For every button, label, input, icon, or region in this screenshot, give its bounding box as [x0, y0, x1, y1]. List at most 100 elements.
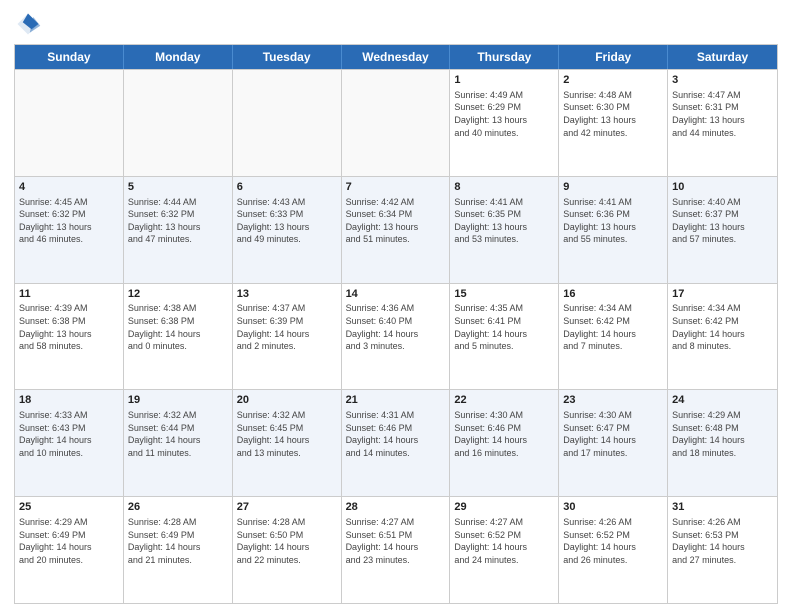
day-info: Sunrise: 4:45 AM Sunset: 6:32 PM Dayligh…	[19, 196, 119, 246]
day-number: 24	[672, 393, 773, 408]
empty-cell	[15, 70, 124, 176]
day-number: 18	[19, 393, 119, 408]
week-row-1: 1Sunrise: 4:49 AM Sunset: 6:29 PM Daylig…	[15, 69, 777, 176]
day-number: 3	[672, 73, 773, 88]
day-cell-25: 25Sunrise: 4:29 AM Sunset: 6:49 PM Dayli…	[15, 497, 124, 603]
day-number: 7	[346, 180, 446, 195]
day-cell-27: 27Sunrise: 4:28 AM Sunset: 6:50 PM Dayli…	[233, 497, 342, 603]
header-day-sunday: Sunday	[15, 45, 124, 69]
week-row-4: 18Sunrise: 4:33 AM Sunset: 6:43 PM Dayli…	[15, 389, 777, 496]
day-info: Sunrise: 4:29 AM Sunset: 6:48 PM Dayligh…	[672, 409, 773, 459]
day-info: Sunrise: 4:35 AM Sunset: 6:41 PM Dayligh…	[454, 302, 554, 352]
day-number: 10	[672, 180, 773, 195]
day-info: Sunrise: 4:37 AM Sunset: 6:39 PM Dayligh…	[237, 302, 337, 352]
header	[14, 10, 778, 38]
day-info: Sunrise: 4:36 AM Sunset: 6:40 PM Dayligh…	[346, 302, 446, 352]
day-number: 1	[454, 73, 554, 88]
day-info: Sunrise: 4:26 AM Sunset: 6:52 PM Dayligh…	[563, 516, 663, 566]
day-cell-26: 26Sunrise: 4:28 AM Sunset: 6:49 PM Dayli…	[124, 497, 233, 603]
day-info: Sunrise: 4:33 AM Sunset: 6:43 PM Dayligh…	[19, 409, 119, 459]
day-info: Sunrise: 4:26 AM Sunset: 6:53 PM Dayligh…	[672, 516, 773, 566]
week-row-2: 4Sunrise: 4:45 AM Sunset: 6:32 PM Daylig…	[15, 176, 777, 283]
day-info: Sunrise: 4:32 AM Sunset: 6:45 PM Dayligh…	[237, 409, 337, 459]
day-cell-8: 8Sunrise: 4:41 AM Sunset: 6:35 PM Daylig…	[450, 177, 559, 283]
day-info: Sunrise: 4:42 AM Sunset: 6:34 PM Dayligh…	[346, 196, 446, 246]
day-cell-24: 24Sunrise: 4:29 AM Sunset: 6:48 PM Dayli…	[668, 390, 777, 496]
day-info: Sunrise: 4:40 AM Sunset: 6:37 PM Dayligh…	[672, 196, 773, 246]
day-cell-16: 16Sunrise: 4:34 AM Sunset: 6:42 PM Dayli…	[559, 284, 668, 390]
header-day-monday: Monday	[124, 45, 233, 69]
week-row-3: 11Sunrise: 4:39 AM Sunset: 6:38 PM Dayli…	[15, 283, 777, 390]
day-number: 28	[346, 500, 446, 515]
day-cell-11: 11Sunrise: 4:39 AM Sunset: 6:38 PM Dayli…	[15, 284, 124, 390]
empty-cell	[124, 70, 233, 176]
day-info: Sunrise: 4:34 AM Sunset: 6:42 PM Dayligh…	[563, 302, 663, 352]
day-cell-15: 15Sunrise: 4:35 AM Sunset: 6:41 PM Dayli…	[450, 284, 559, 390]
day-number: 9	[563, 180, 663, 195]
day-number: 20	[237, 393, 337, 408]
calendar-header: SundayMondayTuesdayWednesdayThursdayFrid…	[15, 45, 777, 69]
day-cell-2: 2Sunrise: 4:48 AM Sunset: 6:30 PM Daylig…	[559, 70, 668, 176]
day-info: Sunrise: 4:41 AM Sunset: 6:35 PM Dayligh…	[454, 196, 554, 246]
day-cell-10: 10Sunrise: 4:40 AM Sunset: 6:37 PM Dayli…	[668, 177, 777, 283]
empty-cell	[342, 70, 451, 176]
day-info: Sunrise: 4:43 AM Sunset: 6:33 PM Dayligh…	[237, 196, 337, 246]
day-cell-23: 23Sunrise: 4:30 AM Sunset: 6:47 PM Dayli…	[559, 390, 668, 496]
calendar: SundayMondayTuesdayWednesdayThursdayFrid…	[14, 44, 778, 604]
day-cell-13: 13Sunrise: 4:37 AM Sunset: 6:39 PM Dayli…	[233, 284, 342, 390]
day-number: 11	[19, 287, 119, 302]
header-day-saturday: Saturday	[668, 45, 777, 69]
day-cell-30: 30Sunrise: 4:26 AM Sunset: 6:52 PM Dayli…	[559, 497, 668, 603]
day-number: 2	[563, 73, 663, 88]
day-number: 4	[19, 180, 119, 195]
day-info: Sunrise: 4:38 AM Sunset: 6:38 PM Dayligh…	[128, 302, 228, 352]
day-info: Sunrise: 4:27 AM Sunset: 6:52 PM Dayligh…	[454, 516, 554, 566]
header-day-friday: Friday	[559, 45, 668, 69]
logo	[14, 10, 46, 38]
day-number: 19	[128, 393, 228, 408]
day-number: 31	[672, 500, 773, 515]
day-info: Sunrise: 4:30 AM Sunset: 6:46 PM Dayligh…	[454, 409, 554, 459]
empty-cell	[233, 70, 342, 176]
day-number: 25	[19, 500, 119, 515]
day-cell-7: 7Sunrise: 4:42 AM Sunset: 6:34 PM Daylig…	[342, 177, 451, 283]
day-info: Sunrise: 4:29 AM Sunset: 6:49 PM Dayligh…	[19, 516, 119, 566]
day-number: 29	[454, 500, 554, 515]
day-cell-22: 22Sunrise: 4:30 AM Sunset: 6:46 PM Dayli…	[450, 390, 559, 496]
day-cell-31: 31Sunrise: 4:26 AM Sunset: 6:53 PM Dayli…	[668, 497, 777, 603]
day-info: Sunrise: 4:44 AM Sunset: 6:32 PM Dayligh…	[128, 196, 228, 246]
day-number: 30	[563, 500, 663, 515]
day-cell-3: 3Sunrise: 4:47 AM Sunset: 6:31 PM Daylig…	[668, 70, 777, 176]
day-info: Sunrise: 4:28 AM Sunset: 6:50 PM Dayligh…	[237, 516, 337, 566]
day-number: 17	[672, 287, 773, 302]
page: SundayMondayTuesdayWednesdayThursdayFrid…	[0, 0, 792, 612]
day-cell-9: 9Sunrise: 4:41 AM Sunset: 6:36 PM Daylig…	[559, 177, 668, 283]
day-info: Sunrise: 4:28 AM Sunset: 6:49 PM Dayligh…	[128, 516, 228, 566]
day-number: 8	[454, 180, 554, 195]
day-info: Sunrise: 4:34 AM Sunset: 6:42 PM Dayligh…	[672, 302, 773, 352]
day-cell-20: 20Sunrise: 4:32 AM Sunset: 6:45 PM Dayli…	[233, 390, 342, 496]
day-info: Sunrise: 4:30 AM Sunset: 6:47 PM Dayligh…	[563, 409, 663, 459]
day-cell-18: 18Sunrise: 4:33 AM Sunset: 6:43 PM Dayli…	[15, 390, 124, 496]
day-number: 12	[128, 287, 228, 302]
calendar-body: 1Sunrise: 4:49 AM Sunset: 6:29 PM Daylig…	[15, 69, 777, 603]
day-cell-28: 28Sunrise: 4:27 AM Sunset: 6:51 PM Dayli…	[342, 497, 451, 603]
logo-icon	[14, 10, 42, 38]
day-number: 16	[563, 287, 663, 302]
day-cell-5: 5Sunrise: 4:44 AM Sunset: 6:32 PM Daylig…	[124, 177, 233, 283]
day-number: 22	[454, 393, 554, 408]
header-day-wednesday: Wednesday	[342, 45, 451, 69]
week-row-5: 25Sunrise: 4:29 AM Sunset: 6:49 PM Dayli…	[15, 496, 777, 603]
day-info: Sunrise: 4:39 AM Sunset: 6:38 PM Dayligh…	[19, 302, 119, 352]
day-info: Sunrise: 4:27 AM Sunset: 6:51 PM Dayligh…	[346, 516, 446, 566]
day-number: 26	[128, 500, 228, 515]
day-info: Sunrise: 4:31 AM Sunset: 6:46 PM Dayligh…	[346, 409, 446, 459]
day-number: 6	[237, 180, 337, 195]
day-number: 23	[563, 393, 663, 408]
day-info: Sunrise: 4:32 AM Sunset: 6:44 PM Dayligh…	[128, 409, 228, 459]
day-cell-6: 6Sunrise: 4:43 AM Sunset: 6:33 PM Daylig…	[233, 177, 342, 283]
day-cell-29: 29Sunrise: 4:27 AM Sunset: 6:52 PM Dayli…	[450, 497, 559, 603]
day-info: Sunrise: 4:41 AM Sunset: 6:36 PM Dayligh…	[563, 196, 663, 246]
day-cell-4: 4Sunrise: 4:45 AM Sunset: 6:32 PM Daylig…	[15, 177, 124, 283]
day-number: 27	[237, 500, 337, 515]
